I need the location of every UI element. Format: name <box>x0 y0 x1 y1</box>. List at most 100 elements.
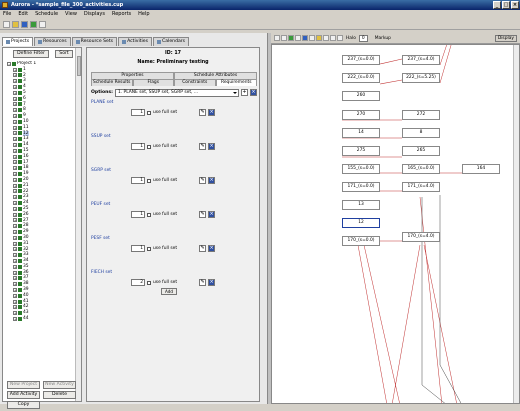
delete-set-icon[interactable]: × <box>208 109 216 116</box>
sort-button[interactable]: Sort <box>55 50 73 58</box>
expand-icon[interactable]: + <box>13 131 17 136</box>
set-quantity-input[interactable]: 1 <box>131 109 145 116</box>
menu-help[interactable]: Help <box>138 10 149 19</box>
expand-icon[interactable]: + <box>13 102 17 107</box>
set-quantity-input[interactable]: 1 <box>131 245 145 252</box>
print-icon[interactable] <box>39 21 46 28</box>
graph-node[interactable]: 165_(s=0.0) <box>402 164 440 174</box>
markup-button[interactable]: Markup <box>375 36 391 41</box>
tree-scrollbar[interactable] <box>75 48 81 401</box>
edit-set-icon[interactable]: ✎ <box>199 143 207 150</box>
expand-icon[interactable]: + <box>13 276 17 281</box>
halo-input[interactable]: 0 <box>358 34 368 42</box>
display-button[interactable]: Display <box>494 34 517 42</box>
zoom-in-icon[interactable] <box>274 35 280 41</box>
schedule-icon[interactable] <box>30 21 37 28</box>
add-activity-button[interactable]: Add Activity <box>7 391 40 399</box>
expand-icon[interactable]: + <box>13 206 17 211</box>
expand-icon[interactable]: + <box>13 264 17 269</box>
tab-properties[interactable]: Properties <box>91 72 174 79</box>
use-full-set-checkbox[interactable] <box>147 246 151 251</box>
delete-set-icon[interactable]: × <box>208 245 216 252</box>
graph-node[interactable]: 275 <box>342 146 380 156</box>
graph-node[interactable]: 13 <box>342 200 380 210</box>
edit-set-icon[interactable]: ✎ <box>199 109 207 116</box>
edit-set-icon[interactable]: ✎ <box>199 177 207 184</box>
expand-icon[interactable]: + <box>13 230 17 234</box>
add-requirement-button[interactable]: Add <box>161 288 177 295</box>
delete-set-icon[interactable]: × <box>208 177 216 184</box>
graph-node[interactable]: 170_(s=4.0) <box>402 232 440 242</box>
remove-option-icon[interactable]: × <box>250 89 257 96</box>
highlight-icon[interactable] <box>316 35 322 41</box>
use-full-set-checkbox[interactable] <box>147 178 151 183</box>
use-full-set-checkbox[interactable] <box>147 110 151 115</box>
expand-icon[interactable]: + <box>13 253 17 258</box>
expand-icon[interactable]: + <box>13 85 17 90</box>
delete-set-icon[interactable]: × <box>208 279 216 286</box>
define-filter-button[interactable]: Define Filter <box>13 50 49 58</box>
menu-edit[interactable]: Edit <box>18 10 28 19</box>
set-quantity-input[interactable]: 1 <box>131 211 145 218</box>
fit-icon[interactable] <box>295 35 301 41</box>
network-graph-canvas[interactable]: 237_(s=0.0) 237_(s=4.0) 222_(s=0.0) 222_… <box>271 44 520 404</box>
expand-icon[interactable]: + <box>13 195 17 200</box>
expand-icon[interactable]: + <box>13 90 17 95</box>
expand-icon[interactable]: + <box>13 282 17 287</box>
expand-icon[interactable]: + <box>13 172 17 177</box>
new-activity-button[interactable]: New Activity <box>43 381 76 389</box>
use-full-set-checkbox[interactable] <box>147 144 151 149</box>
expand-icon[interactable]: + <box>13 67 17 72</box>
pan-icon[interactable] <box>309 35 315 41</box>
graph-node[interactable]: 155_(s=0.0) <box>342 164 380 174</box>
tab-schedule-attributes[interactable]: Schedule Attributes <box>174 72 257 79</box>
expand-icon[interactable]: + <box>13 293 17 298</box>
expand-icon[interactable]: + <box>13 247 17 252</box>
expand-icon[interactable]: + <box>13 160 17 165</box>
export-icon[interactable] <box>337 35 343 41</box>
expand-icon[interactable]: + <box>13 96 17 101</box>
graph-node[interactable]: 237_(s=0.0) <box>342 55 380 65</box>
graph-node[interactable]: 14 <box>342 128 380 138</box>
tab-resources[interactable]: Resources <box>34 37 71 46</box>
collapse-icon[interactable]: − <box>7 61 11 66</box>
expand-icon[interactable]: + <box>13 241 17 246</box>
use-full-set-checkbox[interactable] <box>147 212 151 217</box>
close-button[interactable]: × <box>511 1 519 9</box>
tab-constraints[interactable]: Constraints <box>174 79 216 86</box>
expand-icon[interactable]: + <box>13 258 17 263</box>
open-icon[interactable] <box>12 21 19 28</box>
set-quantity-input[interactable]: 1 <box>131 177 145 184</box>
scroll-thumb[interactable] <box>77 56 81 76</box>
expand-icon[interactable]: + <box>13 154 17 159</box>
new-project-button[interactable]: New Project <box>7 381 40 389</box>
tab-requirements[interactable]: Requirements <box>215 79 257 86</box>
tab-schedule-results[interactable]: Schedule Results <box>91 79 133 86</box>
graph-node[interactable]: 171_(s=0.0) <box>342 182 380 192</box>
expand-icon[interactable]: + <box>13 183 17 188</box>
edit-set-icon[interactable]: ✎ <box>199 245 207 252</box>
expand-icon[interactable]: + <box>13 218 17 223</box>
expand-icon[interactable]: + <box>13 137 17 142</box>
expand-icon[interactable]: + <box>13 212 17 217</box>
new-icon[interactable] <box>3 21 10 28</box>
tab-calendars[interactable]: Calendars <box>153 37 190 46</box>
expand-icon[interactable]: + <box>13 148 17 153</box>
expand-icon[interactable]: + <box>13 270 17 275</box>
expand-icon[interactable]: + <box>13 224 17 229</box>
menu-displays[interactable]: Displays <box>84 10 105 19</box>
expand-icon[interactable]: + <box>13 125 17 130</box>
delete-button[interactable]: Delete <box>43 391 76 399</box>
graph-node[interactable]: 170_(s=0.0) <box>342 236 380 246</box>
copy-button[interactable]: Copy <box>7 401 40 409</box>
expand-icon[interactable]: + <box>13 305 17 310</box>
graph-node[interactable]: 171_(s=4.0) <box>402 182 440 192</box>
canvas-scrollbar[interactable] <box>513 45 519 403</box>
delete-set-icon[interactable]: × <box>208 143 216 150</box>
expand-icon[interactable]: + <box>13 114 17 119</box>
save-icon[interactable] <box>21 21 28 28</box>
graph-node-selected[interactable]: 12 <box>342 218 380 228</box>
graph-node[interactable]: 164 <box>462 164 500 174</box>
graph-node[interactable]: 265 <box>402 146 440 156</box>
tab-projects[interactable]: Projects <box>2 37 34 46</box>
